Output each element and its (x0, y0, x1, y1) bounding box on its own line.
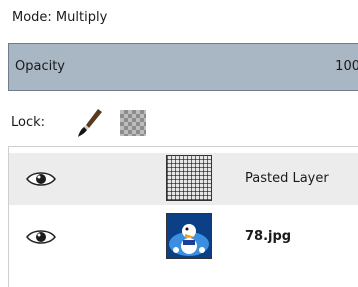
eye-icon[interactable] (25, 228, 57, 246)
paintbrush-icon[interactable] (76, 107, 104, 139)
eye-icon[interactable] (25, 170, 57, 188)
opacity-value: 100 (335, 59, 358, 74)
layer-row-78-jpg[interactable]: 78.jpg (9, 211, 358, 263)
lock-label: Lock: (11, 115, 46, 130)
layer-thumbnail (166, 155, 212, 201)
alpha-checker-icon[interactable] (120, 110, 146, 136)
layers-list: Pasted Layer 78.jpg (8, 146, 358, 287)
layer-name[interactable]: Pasted Layer (245, 169, 329, 189)
opacity-label: Opacity (15, 59, 66, 74)
blend-mode-label[interactable]: Mode: Multiply (12, 7, 107, 29)
opacity-slider[interactable]: Opacity 100 (8, 43, 358, 91)
layer-name[interactable]: 78.jpg (245, 227, 291, 247)
layer-thumbnail (166, 213, 212, 259)
layer-row-pasted-layer[interactable]: Pasted Layer (9, 153, 358, 205)
cartoon-image (167, 214, 211, 258)
